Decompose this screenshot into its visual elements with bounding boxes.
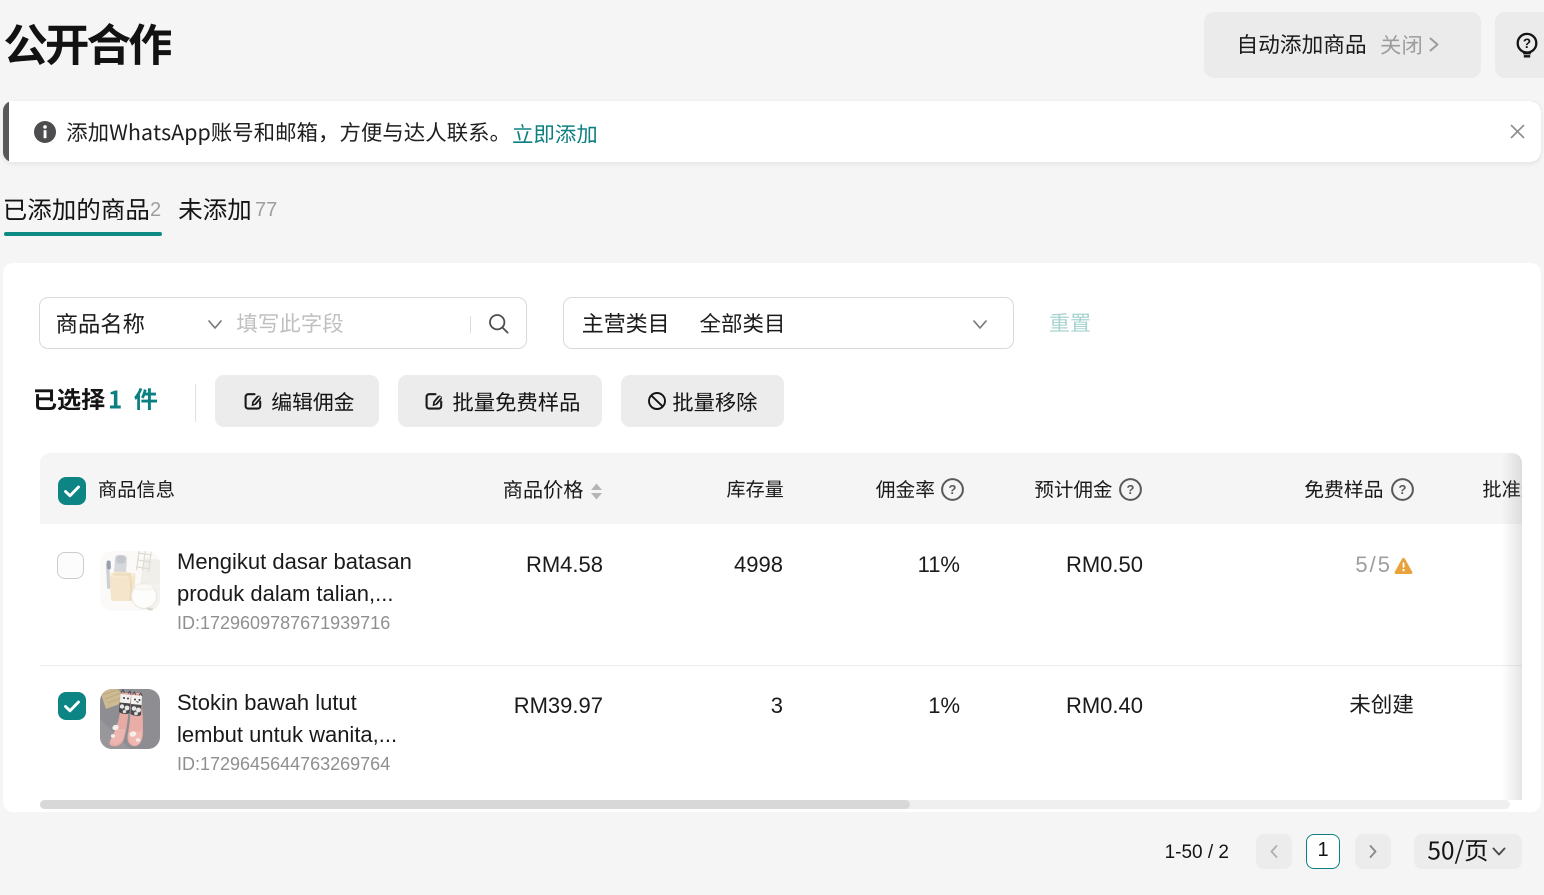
svg-text:?: ? — [1399, 482, 1407, 497]
svg-text:?: ? — [949, 482, 957, 497]
svg-text:?: ? — [1523, 36, 1531, 51]
svg-text:?: ? — [1127, 482, 1135, 497]
